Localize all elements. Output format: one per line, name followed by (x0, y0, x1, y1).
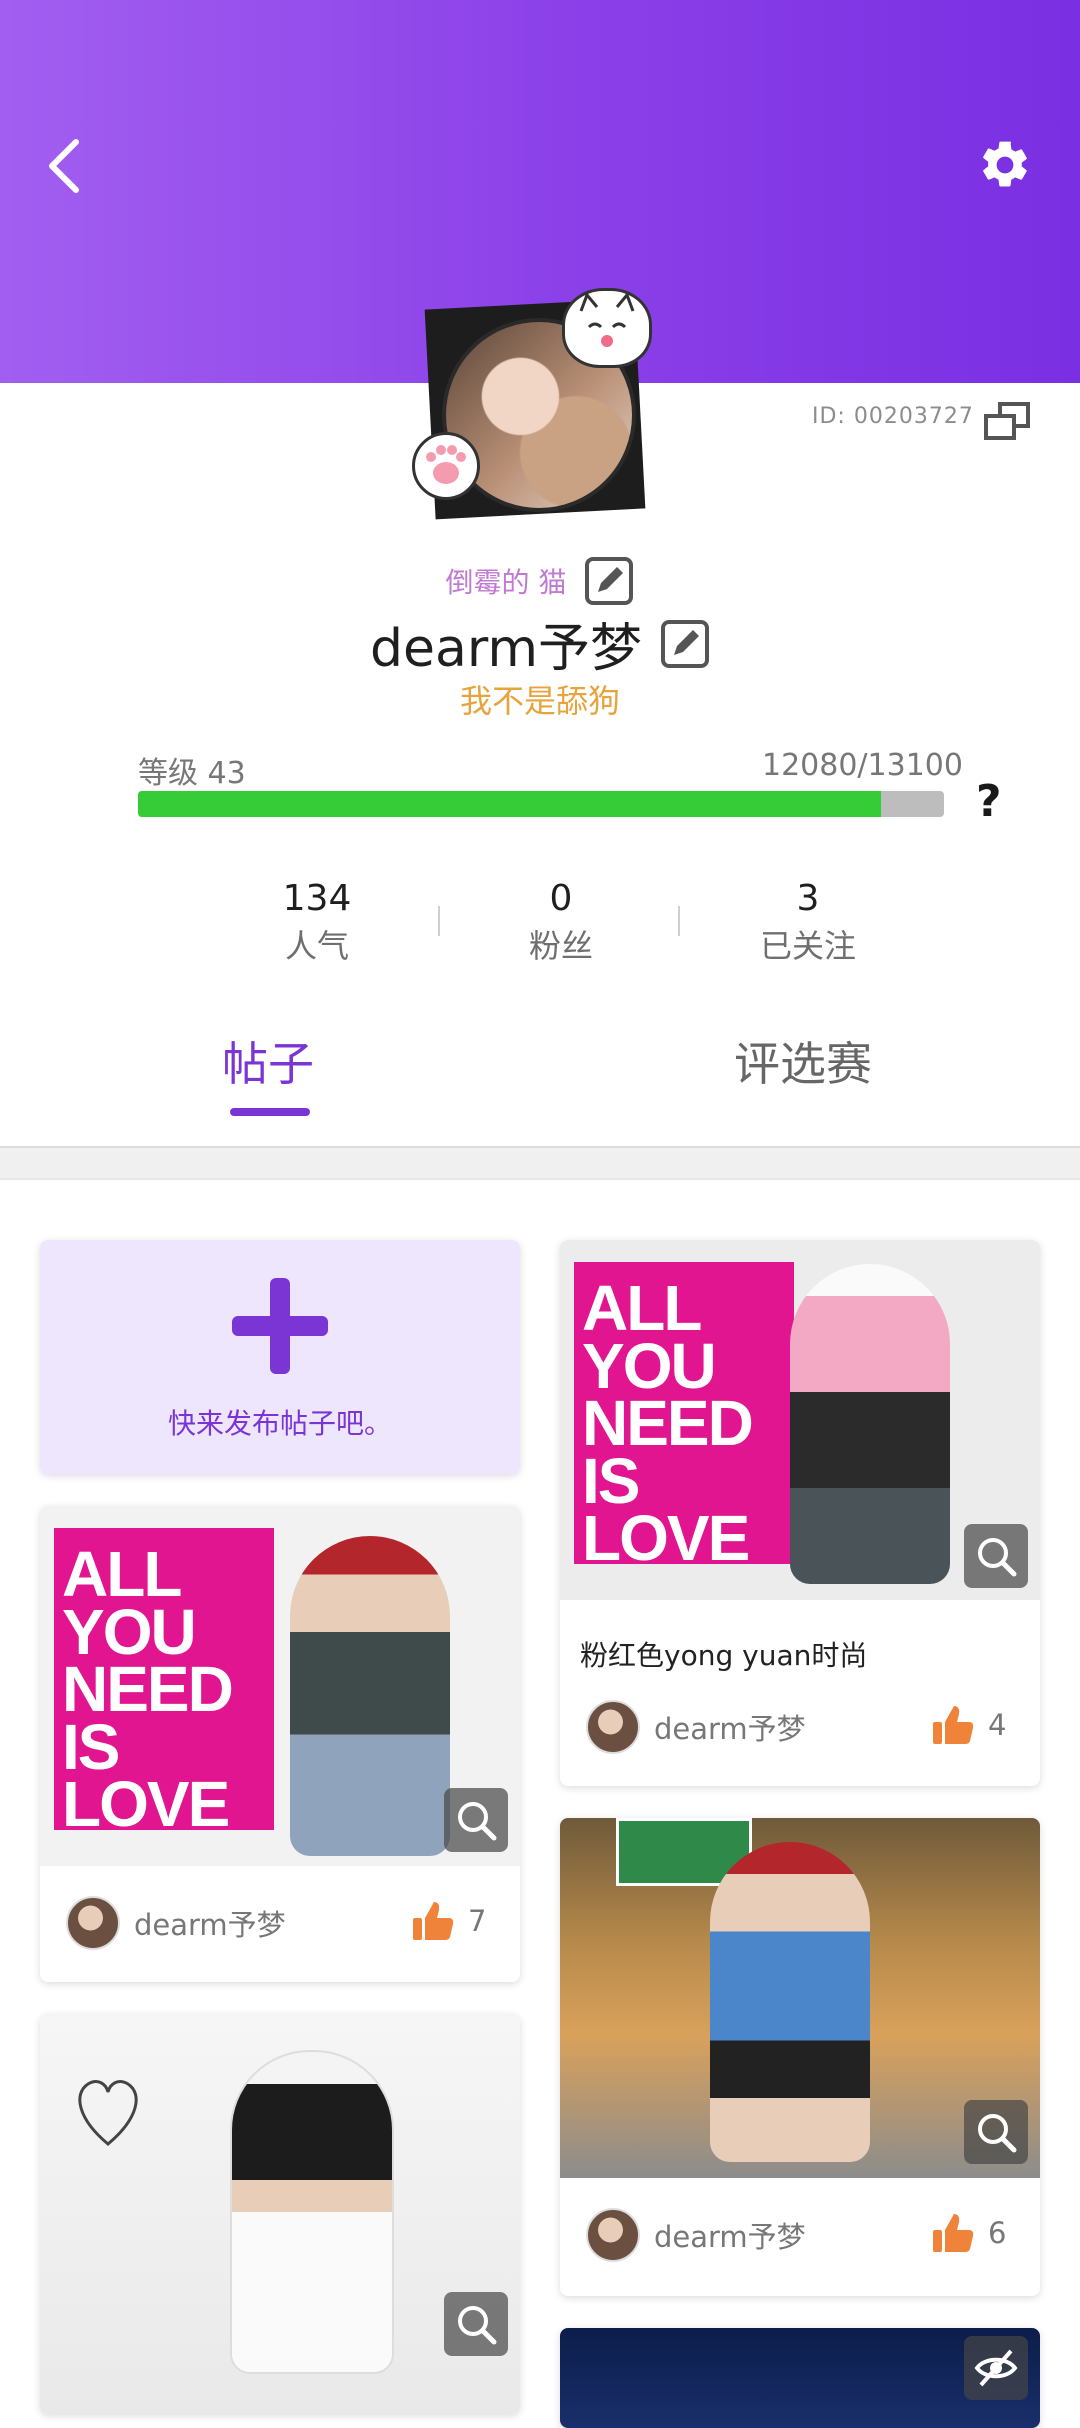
like-count: 4 (988, 1708, 1007, 1742)
zoom-button[interactable] (964, 2100, 1028, 2164)
settings-button[interactable] (970, 130, 1040, 200)
stat-divider (438, 906, 440, 936)
author-avatar (586, 2208, 640, 2262)
stat-popularity[interactable]: 134 人气 (207, 878, 427, 967)
zoom-button[interactable] (964, 1524, 1028, 1588)
exp-label: 12080/13100 (762, 748, 963, 783)
signature-row: 我不是舔狗 (0, 676, 1080, 722)
thumbs-up-icon (413, 1902, 454, 1940)
tab-posts[interactable]: 帖子 (222, 1028, 314, 1094)
create-post-text: 快来发布帖子吧。 (167, 1407, 392, 1440)
heart-sketch-icon (78, 2080, 138, 2146)
nickname-title: 倒霉的 猫 (445, 566, 567, 599)
level-label: 等级 43 (138, 756, 246, 791)
zoom-icon (458, 1802, 497, 1841)
author-name: dearm予梦 (654, 2220, 806, 2254)
level-help-button[interactable]: ? (976, 776, 1002, 827)
copy-id-button[interactable] (982, 400, 1032, 444)
chevron-left-icon (49, 139, 79, 193)
zoom-button[interactable] (444, 1788, 508, 1852)
fashion-figure (790, 1264, 950, 1584)
author-name: dearm予梦 (134, 1908, 286, 1942)
like-button[interactable]: 6 (930, 2210, 1006, 2256)
thumbs-up-icon (933, 2214, 974, 2252)
stat-value: 134 (282, 878, 352, 919)
plus-icon (232, 1278, 328, 1374)
signature: 我不是舔狗 (459, 682, 620, 720)
level-progress-bar (138, 791, 944, 817)
stat-following[interactable]: 3 已关注 (698, 878, 918, 967)
post-thumbnail: ALL YOU NEED IS LOVE (40, 1506, 520, 1866)
gear-icon (983, 141, 1027, 187)
zoom-icon (458, 2306, 497, 2345)
edit-icon[interactable] (584, 556, 634, 606)
like-count: 7 (468, 1904, 487, 1938)
author-avatar (586, 1700, 640, 1754)
post-card[interactable]: ALL YOU NEED IS LOVE dearm予梦 7 (40, 1506, 520, 1982)
copy-icon (984, 402, 1030, 440)
fashion-figure (290, 1536, 450, 1856)
post-author[interactable]: dearm予梦 (586, 1700, 806, 1754)
stat-value: 0 (549, 878, 573, 919)
poster-text: ALL YOU NEED IS LOVE (574, 1262, 794, 1570)
post-thumbnail: ALL YOU NEED IS LOVE (560, 1240, 1040, 1600)
cat-sticker-icon (562, 288, 652, 368)
fashion-figure (230, 2050, 394, 2374)
paw-sticker-icon (412, 432, 480, 500)
user-id: ID: 00203727 (812, 404, 974, 429)
post-thumbnail (40, 2014, 520, 2414)
zoom-icon (978, 2114, 1017, 2153)
post-card[interactable]: ALL YOU NEED IS LOVE 粉红色yong yuan时尚 dear… (560, 1240, 1040, 1786)
stat-label: 人气 (284, 927, 349, 965)
author-avatar (66, 1896, 120, 1950)
tab-contest[interactable]: 评选赛 (734, 1028, 872, 1094)
like-button[interactable]: 7 (410, 1898, 486, 1944)
post-author[interactable]: dearm予梦 (66, 1896, 286, 1950)
post-card[interactable]: dearm予梦 6 (560, 1818, 1040, 2296)
hidden-post-button[interactable] (964, 2336, 1028, 2400)
create-post-card[interactable]: 快来发布帖子吧。 (40, 1240, 520, 1474)
post-author[interactable]: dearm予梦 (586, 2208, 806, 2262)
profile-avatar[interactable] (412, 282, 662, 532)
username-row: dearm予梦 (0, 606, 1080, 681)
section-divider (0, 1146, 1080, 1180)
thumbs-up-icon (933, 1706, 974, 1744)
username: dearm予梦 (370, 619, 642, 679)
like-count: 6 (988, 2216, 1007, 2250)
author-name: dearm予梦 (654, 1712, 806, 1746)
stat-fans[interactable]: 0 粉丝 (451, 878, 671, 967)
level-progress-fill (138, 791, 882, 817)
fashion-figure (710, 1842, 870, 2162)
post-thumbnail (560, 1818, 1040, 2178)
edit-icon[interactable] (660, 619, 710, 669)
zoom-button[interactable] (444, 2292, 508, 2356)
post-card[interactable] (560, 2328, 1040, 2428)
post-card[interactable] (40, 2014, 520, 2414)
post-thumbnail (560, 2328, 1040, 2428)
stat-value: 3 (796, 878, 820, 919)
stat-divider (678, 906, 680, 936)
stat-label: 粉丝 (528, 927, 593, 965)
stat-label: 已关注 (759, 927, 856, 965)
poster-text: ALL YOU NEED IS LOVE (54, 1528, 274, 1836)
zoom-icon (978, 1538, 1017, 1577)
post-title: 粉红色yong yuan时尚 (580, 1639, 868, 1672)
active-tab-indicator (230, 1108, 310, 1116)
like-button[interactable]: 4 (930, 1702, 1006, 1748)
nickname-title-row: 倒霉的 猫 (0, 556, 1080, 606)
back-button[interactable] (36, 128, 92, 204)
eye-off-icon (974, 2349, 1018, 2387)
